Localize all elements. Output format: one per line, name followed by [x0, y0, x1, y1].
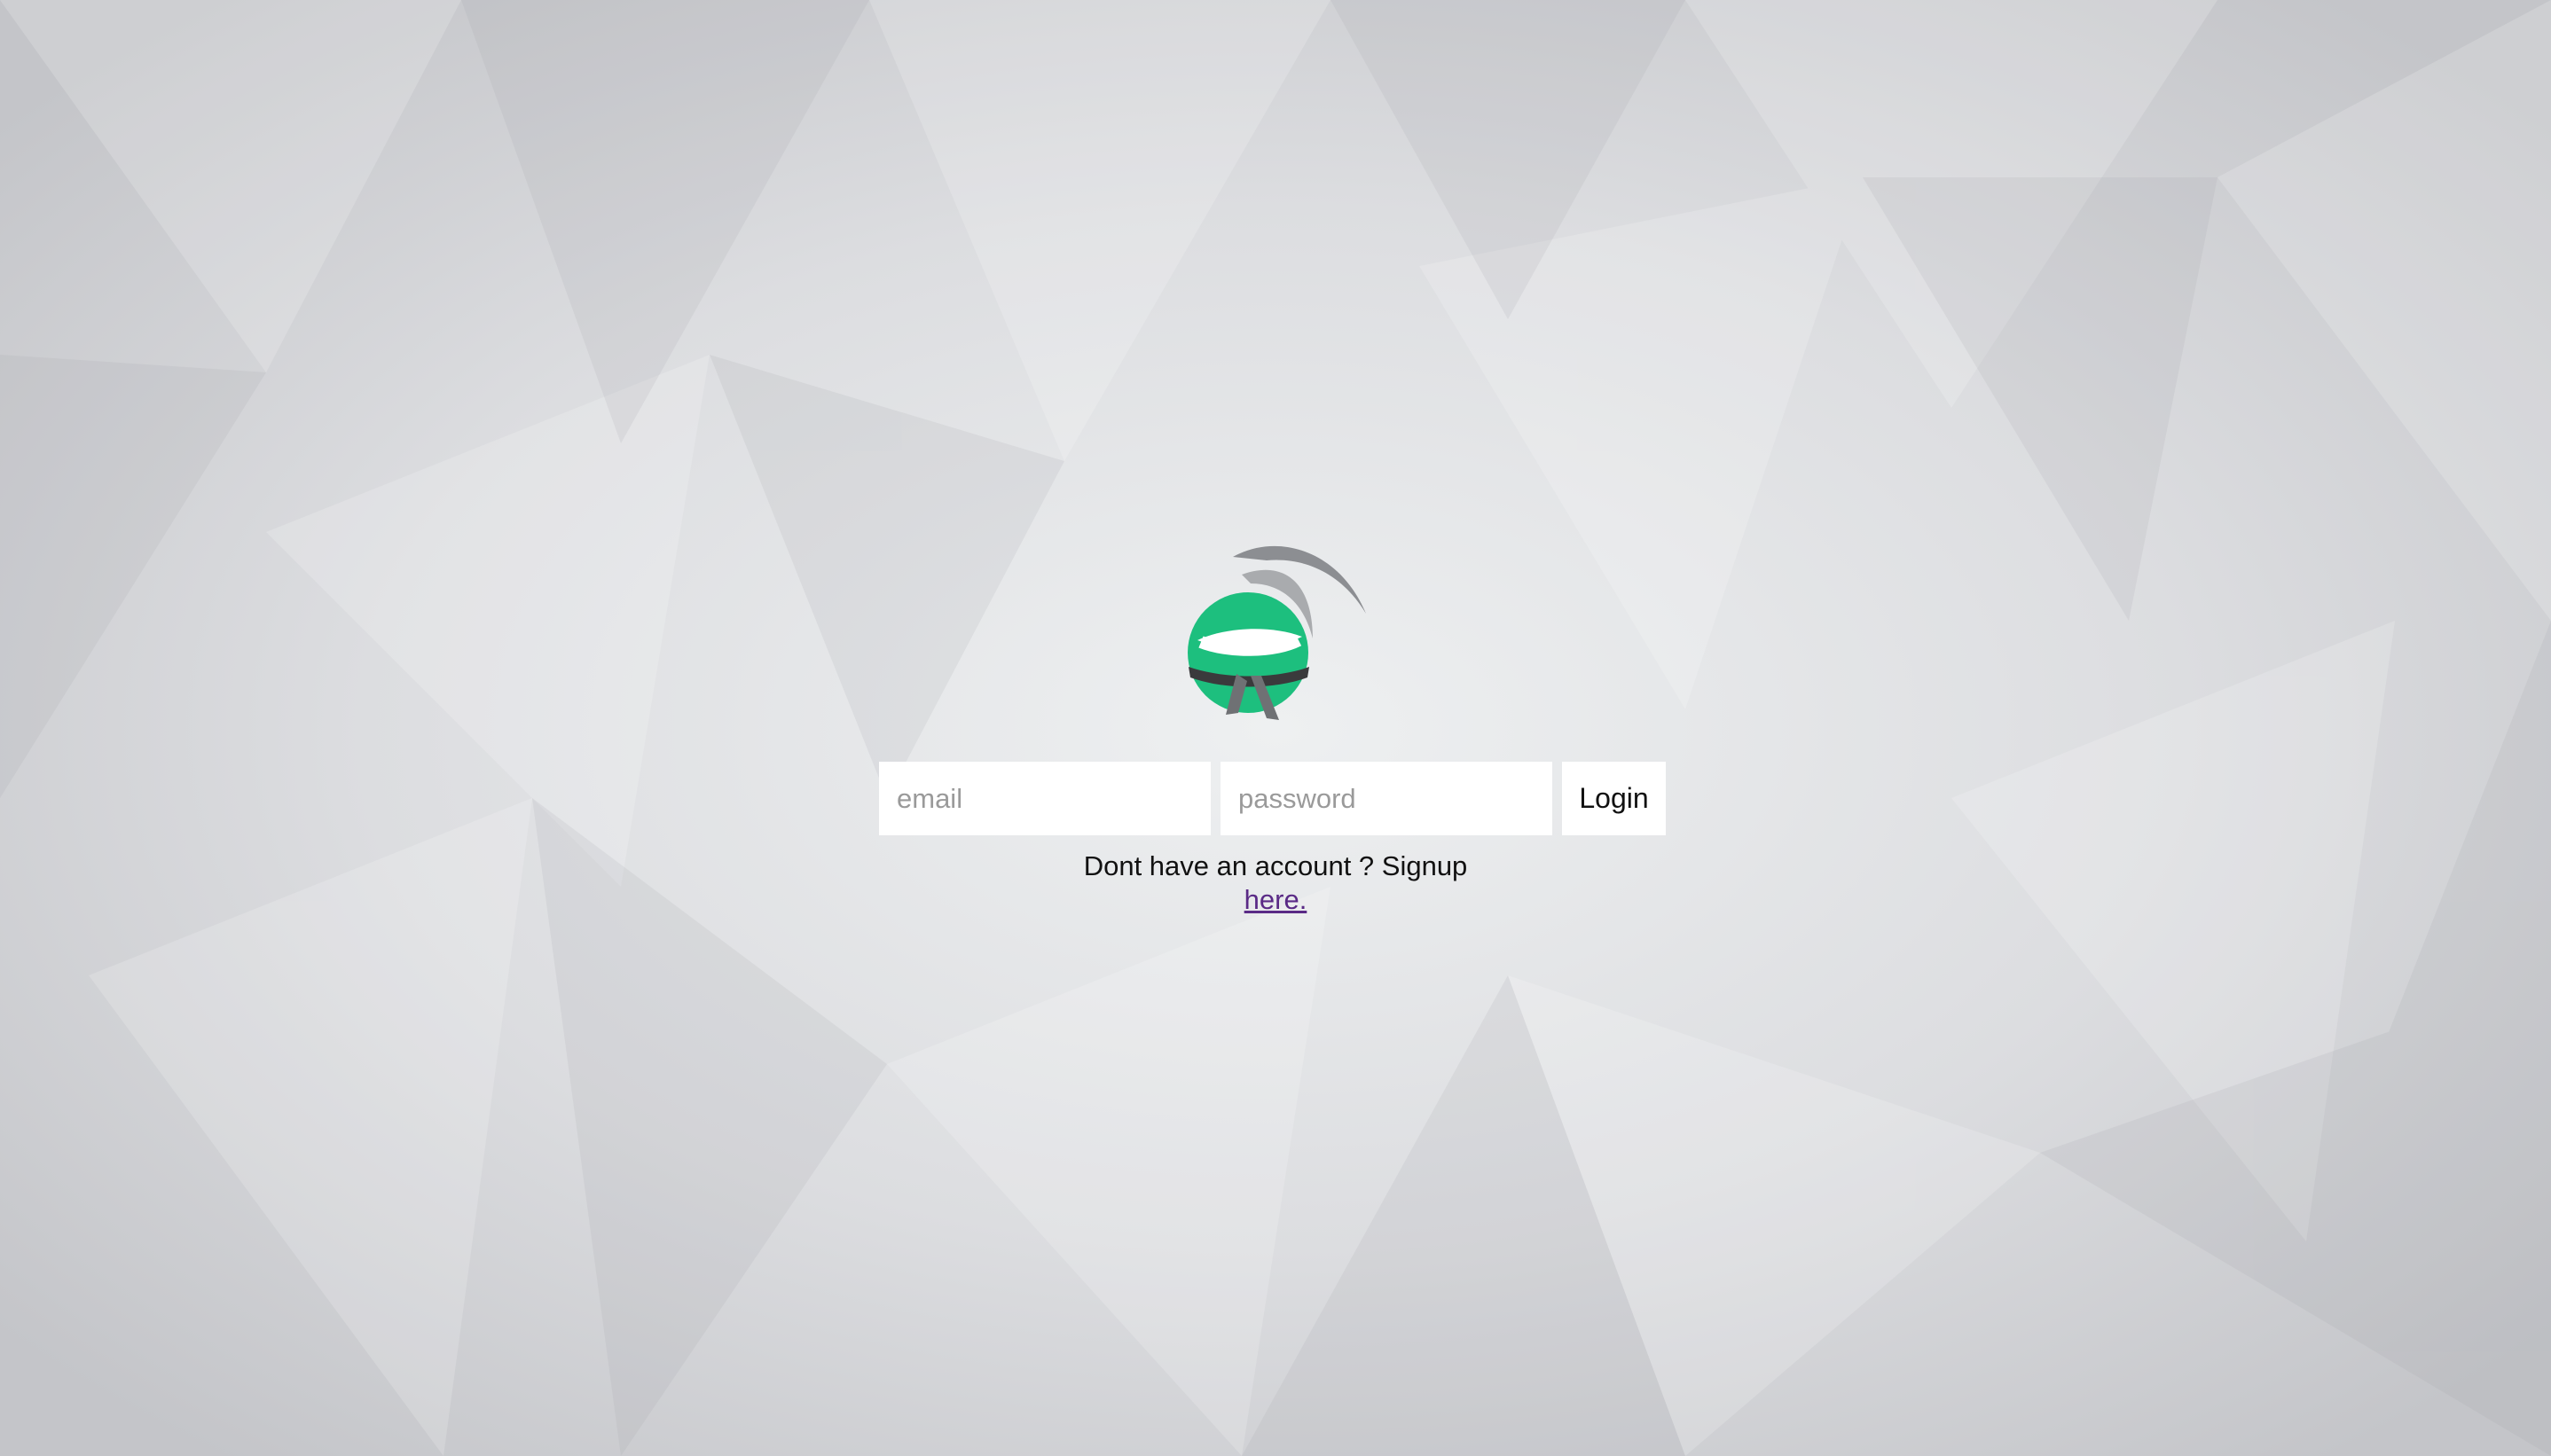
- email-input[interactable]: [879, 762, 1211, 835]
- login-button[interactable]: Login: [1562, 762, 1666, 835]
- login-form: Login: [879, 762, 1666, 835]
- login-container: Login Dont have an account ? Signup here…: [0, 0, 2551, 1456]
- signup-link[interactable]: here.: [1244, 884, 1307, 915]
- signup-prompt-text: Dont have an account ? Signup: [1083, 850, 1468, 881]
- password-input[interactable]: [1221, 762, 1552, 835]
- ninja-ball-logo-icon: [1188, 545, 1366, 720]
- signup-prompt: Dont have an account ? Signup here.: [0, 849, 2551, 917]
